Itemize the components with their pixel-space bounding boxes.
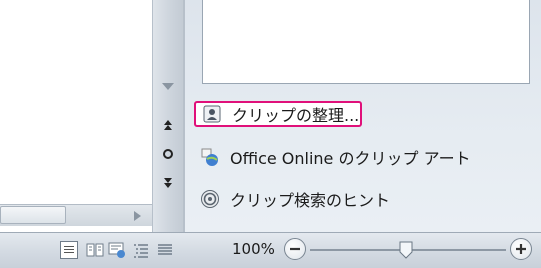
draft-view-button[interactable]	[156, 241, 174, 259]
full-screen-reading-view-button[interactable]	[86, 241, 104, 259]
clip-search-tips-link[interactable]: クリップ検索のヒント	[200, 186, 390, 212]
clip-organizer-icon	[202, 104, 222, 124]
zoom-out-button[interactable]	[284, 238, 306, 260]
organize-clips-label: クリップの整理...	[232, 106, 360, 125]
office-online-clipart-label: Office Online のクリップ アート	[230, 149, 471, 168]
zoom-level-label[interactable]: 100%	[232, 240, 275, 258]
document-area[interactable]	[0, 0, 152, 210]
organize-clips-link[interactable]: クリップの整理...	[194, 101, 362, 127]
outline-view-button[interactable]	[132, 241, 150, 259]
next-page-icon[interactable]	[158, 176, 178, 190]
clip-results-box[interactable]	[202, 0, 530, 84]
vertical-scrollbar[interactable]	[152, 0, 184, 232]
help-icon	[200, 189, 220, 209]
zoom-in-button[interactable]	[510, 238, 532, 260]
web-layout-view-button[interactable]	[108, 241, 126, 259]
horizontal-scroll-thumb[interactable]	[0, 206, 66, 224]
office-online-icon	[200, 147, 220, 167]
previous-page-icon[interactable]	[158, 118, 178, 132]
browse-object-icon[interactable]	[158, 147, 178, 161]
zoom-slider-thumb[interactable]	[398, 240, 414, 260]
print-layout-view-button[interactable]	[60, 241, 78, 259]
scroll-right-arrow-icon[interactable]	[130, 208, 144, 222]
office-online-clipart-link[interactable]: Office Online のクリップ アート	[200, 144, 471, 170]
clip-search-tips-label: クリップ検索のヒント	[230, 191, 391, 210]
scroll-down-arrow-icon[interactable]	[158, 78, 178, 92]
